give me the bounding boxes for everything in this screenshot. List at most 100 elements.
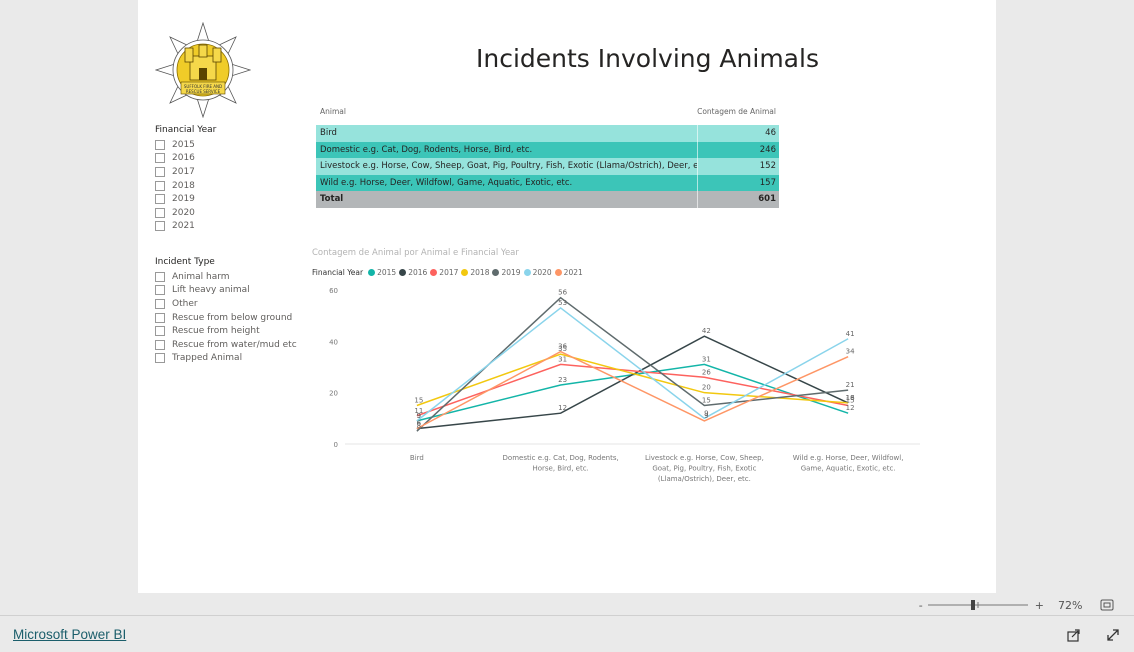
table-row[interactable]: Livestock e.g. Horse, Cow, Sheep, Goat, … <box>316 158 779 175</box>
y-tick-label: 40 <box>329 338 338 346</box>
x-tick-label: Horse, Bird, etc. <box>532 465 588 473</box>
checkbox[interactable] <box>155 221 165 232</box>
data-label: 36 <box>558 343 567 351</box>
x-tick-label: Wild e.g. Horse, Deer, Wildfowl, <box>793 454 904 462</box>
financial-year-option-label: 2021 <box>172 221 195 232</box>
legend-label: 2021 <box>563 268 583 277</box>
incident-type-option[interactable]: Trapped Animal <box>155 352 297 366</box>
financial-year-option[interactable]: 2021 <box>155 220 216 234</box>
checkbox[interactable] <box>155 326 165 337</box>
incident-type-option-label: Rescue from below ground <box>172 312 293 323</box>
checkbox[interactable] <box>155 271 165 282</box>
financial-year-option-label: 2017 <box>172 166 195 177</box>
slicer-title: Incident Type <box>155 257 215 267</box>
zoom-slider[interactable] <box>927 598 1029 612</box>
table-row[interactable]: Wild e.g. Horse, Deer, Wildfowl, Game, A… <box>316 174 779 191</box>
legend-marker <box>492 269 500 276</box>
data-label: 41 <box>846 330 855 338</box>
incident-type-option[interactable]: Rescue from below ground <box>155 311 297 325</box>
zoom-in-button[interactable]: + <box>1035 599 1044 612</box>
data-label: 15 <box>414 397 423 405</box>
legend-marker <box>554 269 562 276</box>
incident-type-option-label: Trapped Animal <box>172 353 243 364</box>
checkbox[interactable] <box>155 166 165 177</box>
data-label: 6 <box>417 420 422 428</box>
legend-item[interactable]: 2018 <box>461 268 489 277</box>
table-row[interactable]: Bird 46 <box>316 125 779 142</box>
legend-label: 2020 <box>532 268 552 277</box>
fullscreen-icon[interactable] <box>1106 628 1120 642</box>
incident-type-option-label: Other <box>172 298 198 309</box>
animal-cell: Wild e.g. Horse, Deer, Wildfowl, Game, A… <box>320 177 573 188</box>
incident-type-option[interactable]: Rescue from water/mud etc <box>155 338 297 352</box>
power-bi-link[interactable]: Microsoft Power BI <box>13 627 126 642</box>
share-icon[interactable] <box>1067 628 1081 642</box>
financial-year-option[interactable]: 2015 <box>155 138 216 152</box>
incident-type-option[interactable]: Other <box>155 297 297 311</box>
column-header-animal[interactable]: Animal <box>316 105 346 125</box>
financial-year-option[interactable]: 2017 <box>155 165 216 179</box>
fit-to-page-icon[interactable] <box>1100 599 1114 611</box>
legend-item[interactable]: 2017 <box>430 268 458 277</box>
data-label: 26 <box>702 368 711 376</box>
total-label: Total <box>320 194 344 204</box>
incident-type-slicer: Incident Type Animal harm Lift heavy anim… <box>155 257 297 365</box>
data-label: 42 <box>702 327 711 335</box>
checkbox[interactable] <box>155 180 165 191</box>
incident-type-option-label: Animal harm <box>172 271 230 282</box>
checkbox[interactable] <box>155 339 165 350</box>
legend-item[interactable]: 2019 <box>492 268 521 277</box>
zoom-level: 72% <box>1058 598 1083 612</box>
incident-type-option[interactable]: Rescue from height <box>155 324 297 338</box>
legend-item[interactable]: 2020 <box>523 268 552 277</box>
checkbox[interactable] <box>155 285 165 296</box>
y-tick-label: 60 <box>329 287 338 295</box>
zoom-out-button[interactable]: - <box>919 599 923 612</box>
financial-year-option[interactable]: 2016 <box>155 152 216 166</box>
zoom-controls: - + 72% <box>919 598 1114 612</box>
data-label: 15 <box>702 397 711 405</box>
financial-year-option[interactable]: 2020 <box>155 206 216 220</box>
financial-year-option-label: 2019 <box>172 194 195 205</box>
incident-type-option[interactable]: Animal harm <box>155 270 297 284</box>
table-row[interactable]: Domestic e.g. Cat, Dog, Rodents, Horse, … <box>316 141 779 158</box>
data-label: 31 <box>702 355 711 363</box>
count-cell: 152 <box>697 158 779 175</box>
incident-type-option-label: Lift heavy animal <box>172 285 250 296</box>
checkbox[interactable] <box>155 298 165 309</box>
series-line-2018[interactable] <box>416 353 849 407</box>
legend-item[interactable]: 2016 <box>399 268 427 277</box>
count-cell: 157 <box>697 174 779 191</box>
legend-item[interactable]: 2021 <box>554 268 583 277</box>
financial-year-option[interactable]: 2018 <box>155 179 216 193</box>
data-label: 9 <box>704 412 708 420</box>
checkbox[interactable] <box>155 194 165 205</box>
checkbox[interactable] <box>155 153 165 164</box>
report-title: Incidents Involving Animals <box>476 44 819 73</box>
checkbox[interactable] <box>155 353 165 364</box>
legend-title: Financial Year <box>312 268 364 277</box>
total-value: 601 <box>697 191 779 208</box>
series-line-2019[interactable] <box>416 296 849 432</box>
financial-year-option[interactable]: 2019 <box>155 192 216 206</box>
data-label: 20 <box>702 384 711 392</box>
checkbox[interactable] <box>155 207 165 218</box>
animal-cell: Domestic e.g. Cat, Dog, Rodents, Horse, … <box>320 144 533 155</box>
x-tick-label: Goat, Pig, Poultry, Fish, Exotic <box>652 465 756 473</box>
checkbox[interactable] <box>155 139 165 150</box>
legend-item[interactable]: 2015 <box>368 268 396 277</box>
table-header: Animal Contagem de Animal <box>316 105 779 125</box>
incident-type-option[interactable]: Lift heavy animal <box>155 284 297 298</box>
count-cell: 246 <box>697 141 779 158</box>
legend-label: 2015 <box>377 268 397 277</box>
financial-year-option-label: 2020 <box>172 207 195 218</box>
legend-marker <box>461 269 469 276</box>
column-header-count[interactable]: Contagem de Animal <box>697 105 779 125</box>
data-label: 18 <box>846 394 855 402</box>
fire-rescue-logo: SUFFOLK FIRE AND RESCUE SERVICE <box>155 22 251 118</box>
animal-count-table: Animal Contagem de Animal Bird 46 Domestic… <box>316 105 779 208</box>
zoom-slider-thumb[interactable] <box>970 600 975 610</box>
data-label: 23 <box>558 376 567 384</box>
checkbox[interactable] <box>155 312 165 323</box>
incident-type-option-label: Rescue from height <box>172 326 260 337</box>
